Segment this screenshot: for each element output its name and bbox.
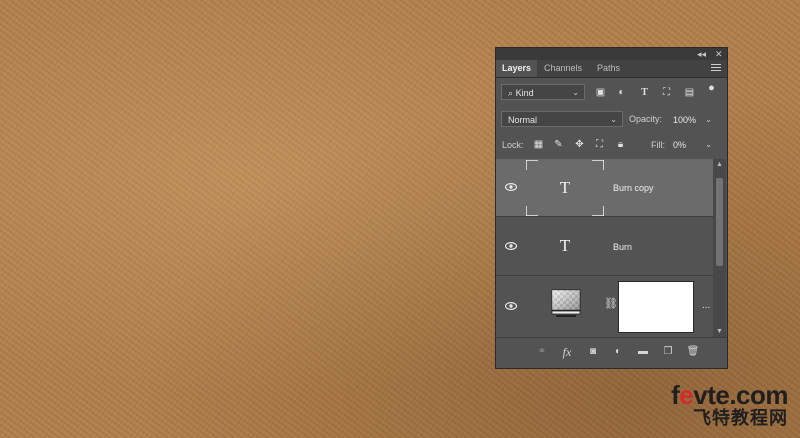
lock-image-pixels-icon[interactable]: ✎	[552, 138, 565, 151]
filter-shape-icon[interactable]: ⛶	[660, 86, 673, 99]
chevron-down-icon: ⌄	[610, 115, 617, 124]
site-watermark: fevte.com 飞特教程网	[671, 382, 788, 430]
text-layer-thumbnail: T	[526, 160, 604, 216]
adjustment-layer-icon[interactable]: ◐	[611, 346, 625, 358]
fill-value: 0%	[673, 140, 687, 150]
text-layer-thumbnail: T	[526, 218, 604, 274]
selection-corners-icon	[526, 160, 604, 216]
new-group-icon[interactable]: ▬	[636, 346, 650, 358]
visibility-eye-icon[interactable]	[505, 302, 517, 310]
visibility-eye-icon[interactable]	[505, 183, 517, 191]
layer-mask-thumbnail[interactable]	[618, 281, 694, 333]
layers-scrollbar[interactable]: ▲ ▼	[713, 159, 726, 337]
close-icon[interactable]: ✕	[715, 48, 723, 60]
chevron-down-icon: ⌄	[705, 140, 712, 149]
new-layer-icon[interactable]: ❐	[661, 346, 675, 358]
chevron-down-icon: ⌄	[705, 115, 712, 124]
layer-row-adjustment[interactable]: ⛓ ...	[496, 276, 713, 337]
watermark-chinese: 飞特教程网	[693, 408, 788, 429]
layer-name[interactable]: Burn copy	[613, 183, 654, 193]
tab-layers[interactable]: Layers	[496, 60, 538, 77]
panel-tabs: Layers Channels Paths	[496, 60, 727, 78]
filter-kind-dropdown[interactable]: ⌕ Kind ⌄	[501, 84, 585, 100]
filter-toggle-icon[interactable]: ●	[705, 82, 718, 95]
filter-adjustment-icon[interactable]: ◐	[615, 86, 628, 99]
lock-position-icon[interactable]: ✥	[573, 138, 586, 151]
lock-label: Lock:	[502, 140, 524, 150]
filter-type-icon[interactable]: T	[638, 86, 651, 99]
collapse-icon[interactable]: ◂◂	[697, 48, 706, 60]
chevron-down-icon: ⌄	[572, 88, 579, 97]
lock-artboard-icon[interactable]: ⛶	[593, 138, 606, 151]
blend-mode-value: Normal	[508, 115, 538, 125]
tab-paths[interactable]: Paths	[591, 60, 626, 77]
gradient-map-adjustment-icon[interactable]	[551, 289, 581, 319]
opacity-value: 100%	[673, 115, 697, 125]
link-chain-icon[interactable]: ⛓	[604, 297, 618, 310]
panel-titlebar[interactable]: ◂◂ ✕	[496, 48, 727, 60]
opacity-field[interactable]: 100% ⌄	[670, 111, 718, 127]
visibility-eye-icon[interactable]	[505, 242, 517, 250]
scroll-up-icon[interactable]: ▲	[713, 161, 726, 168]
filter-kind-label: Kind	[515, 88, 534, 98]
tab-channels[interactable]: Channels	[538, 60, 588, 77]
fx-icon[interactable]: fx	[560, 346, 574, 358]
delete-layer-icon[interactable]: 🗑︎	[686, 346, 700, 358]
layer-name[interactable]: Burn	[613, 242, 632, 252]
more-icon[interactable]: ...	[702, 300, 710, 311]
layer-row-burn[interactable]: T Burn	[496, 217, 713, 276]
panel-menu-icon[interactable]	[711, 64, 721, 73]
fill-field[interactable]: 0% ⌄	[670, 136, 718, 152]
layers-panel: ◂◂ ✕ Layers Channels Paths ⌕ Kind ⌄ ▣ ◐ …	[495, 47, 728, 369]
scroll-down-icon[interactable]: ▼	[713, 328, 726, 335]
watermark-domain: fevte.com	[671, 380, 788, 410]
opacity-label: Opacity:	[629, 114, 663, 124]
lock-all-icon[interactable]: 🔒︎	[614, 138, 627, 151]
search-icon: ⌕	[508, 88, 514, 98]
blend-mode-dropdown[interactable]: Normal ⌄	[501, 111, 623, 127]
panel-footer: ⚭ fx ◙ ◐ ▬ ❐ 🗑︎	[496, 337, 727, 368]
lock-transparent-pixels-icon[interactable]: ▦	[532, 138, 545, 151]
filter-pixel-icon[interactable]: ▣	[594, 86, 607, 99]
scroll-thumb[interactable]	[716, 178, 723, 266]
type-glyph: T	[559, 236, 571, 255]
layer-row-burn-copy[interactable]: T Burn copy	[496, 159, 713, 217]
filter-smart-object-icon[interactable]: ▤	[683, 86, 696, 99]
add-mask-icon[interactable]: ◙	[586, 346, 600, 358]
fill-label: Fill:	[651, 140, 665, 150]
link-layers-icon[interactable]: ⚭	[535, 346, 549, 358]
